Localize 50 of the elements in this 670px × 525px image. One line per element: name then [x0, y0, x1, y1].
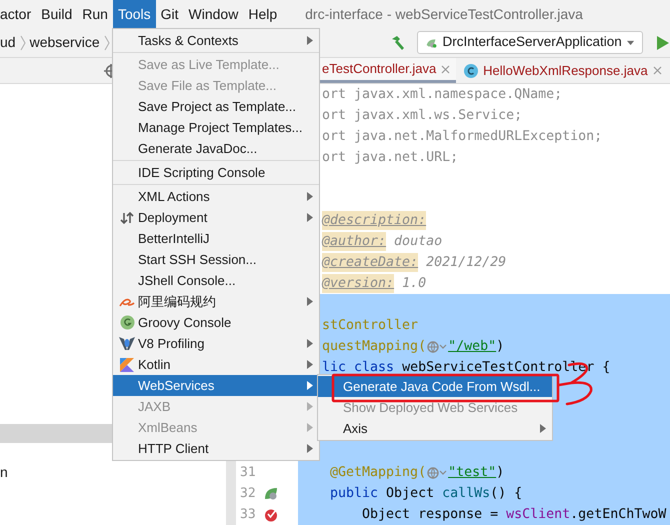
code-text: "test"	[448, 464, 496, 482]
code-text: )	[496, 338, 504, 356]
leaf-icon[interactable]	[264, 486, 278, 500]
line-number: 31	[240, 464, 257, 482]
menu-item[interactable]: Generate Java Code From Wsdl...	[318, 376, 552, 397]
code-text: )	[496, 464, 504, 482]
breadcrumb[interactable]: ud	[0, 32, 16, 53]
menu-item[interactable]: Run	[77, 0, 113, 28]
kotlin-icon	[120, 358, 134, 372]
window-title: drc-interface - webServiceTestController.java	[305, 4, 583, 24]
v8-icon	[119, 336, 135, 351]
line-number: 32	[240, 484, 257, 503]
menu-item[interactable]: actor	[0, 0, 36, 28]
run-config-dropdown[interactable]: DrcInterfaceServerApplication	[417, 31, 643, 54]
menu-item[interactable]: XML Actions	[113, 186, 319, 207]
breadcrumb[interactable]: webservice	[30, 32, 100, 53]
menu-item[interactable]: WebServices	[113, 375, 319, 396]
hammer-icon[interactable]	[390, 34, 406, 50]
chevron-icon	[20, 34, 26, 50]
close-icon[interactable]	[652, 66, 662, 75]
menu-item[interactable]: Tasks & Contexts	[113, 30, 319, 51]
menu-item[interactable]: Tools	[112, 0, 156, 28]
file-tab[interactable]: eTestController.java	[320, 58, 456, 83]
menu-item[interactable]: Git	[156, 0, 184, 28]
menu-item[interactable]: HTTP Client	[113, 438, 319, 459]
up-down-arrows-icon	[120, 210, 134, 224]
file-tab[interactable]: HelloWebXmlResponse.java	[456, 58, 668, 83]
check-circle-icon[interactable]	[264, 508, 278, 522]
globe-icon[interactable]	[427, 466, 448, 478]
caret-icon	[626, 40, 634, 46]
groovy-icon	[120, 315, 134, 330]
chevron-icon	[104, 34, 110, 50]
menu-item[interactable]: V8 Profiling	[113, 333, 319, 354]
class-icon	[464, 64, 478, 78]
menu-item[interactable]: Window	[184, 0, 244, 28]
menu-item[interactable]: Axis	[318, 418, 552, 439]
run-config-name: DrcInterfaceServerApplication	[442, 33, 622, 52]
menu-item[interactable]: 阿里编码规约	[113, 291, 319, 312]
close-icon[interactable]	[441, 64, 450, 74]
globe-icon[interactable]	[427, 340, 448, 352]
line-number: 33	[240, 506, 257, 524]
code-text: @GetMapping(	[329, 464, 426, 482]
crosshair-icon[interactable]	[104, 64, 112, 78]
code-text: "/web"	[448, 338, 496, 356]
menu-item[interactable]: IDE Scripting Console	[113, 162, 319, 183]
code-text: questMapping(	[322, 338, 426, 356]
menu-item[interactable]: Build	[36, 0, 78, 28]
menu-item[interactable]: Help	[243, 0, 282, 28]
tree-item[interactable]: n	[0, 462, 8, 483]
run-icon[interactable]	[657, 36, 669, 50]
